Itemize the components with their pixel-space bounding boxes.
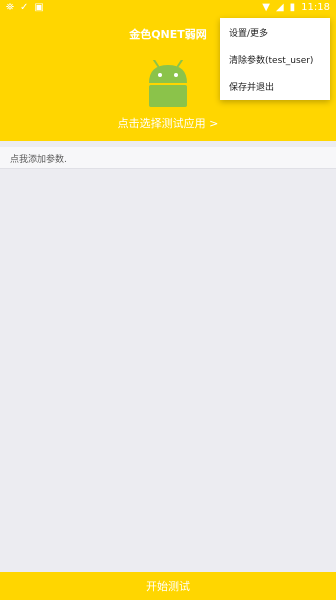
menu-item-settings[interactable]: 设置/更多 [220,18,330,45]
signal-icon: ◢ [275,2,284,13]
menu-item-clear-params[interactable]: 清除参数(test_user) [220,45,330,72]
overflow-menu: 设置/更多 清除参数(test_user) 保存并退出 [220,18,330,100]
notification-icon: ▣ [34,2,44,13]
status-bar: ⛯ ✓ ▣ ▼ ◢ ▮ 11:18 [0,0,336,18]
android-icon [149,60,187,107]
android-app-icon[interactable] [145,60,191,108]
menu-item-label: 设置/更多 [229,29,269,39]
menu-item-save-exit[interactable]: 保存并退出 [220,72,330,99]
start-test-button[interactable]: 开始测试 [0,572,336,600]
notification-icon: ⛯ [6,2,14,13]
menu-item-label: 清除参数(test_user) [229,56,314,66]
add-params-placeholder: 点我添加参数. [10,155,67,165]
choose-test-app-link[interactable]: 点击选择测试应用 > [0,115,336,131]
status-time: 11:18 [301,2,330,13]
wifi-icon: ▼ [262,2,270,13]
menu-item-label: 保存并退出 [229,83,275,93]
status-system: ▼ ◢ ▮ 11:18 [262,2,330,14]
notification-icon: ✓ [20,2,29,13]
battery-icon: ▮ [289,2,296,13]
add-params-field[interactable]: 点我添加参数. [0,147,336,169]
status-notifications: ⛯ ✓ ▣ [6,2,44,14]
